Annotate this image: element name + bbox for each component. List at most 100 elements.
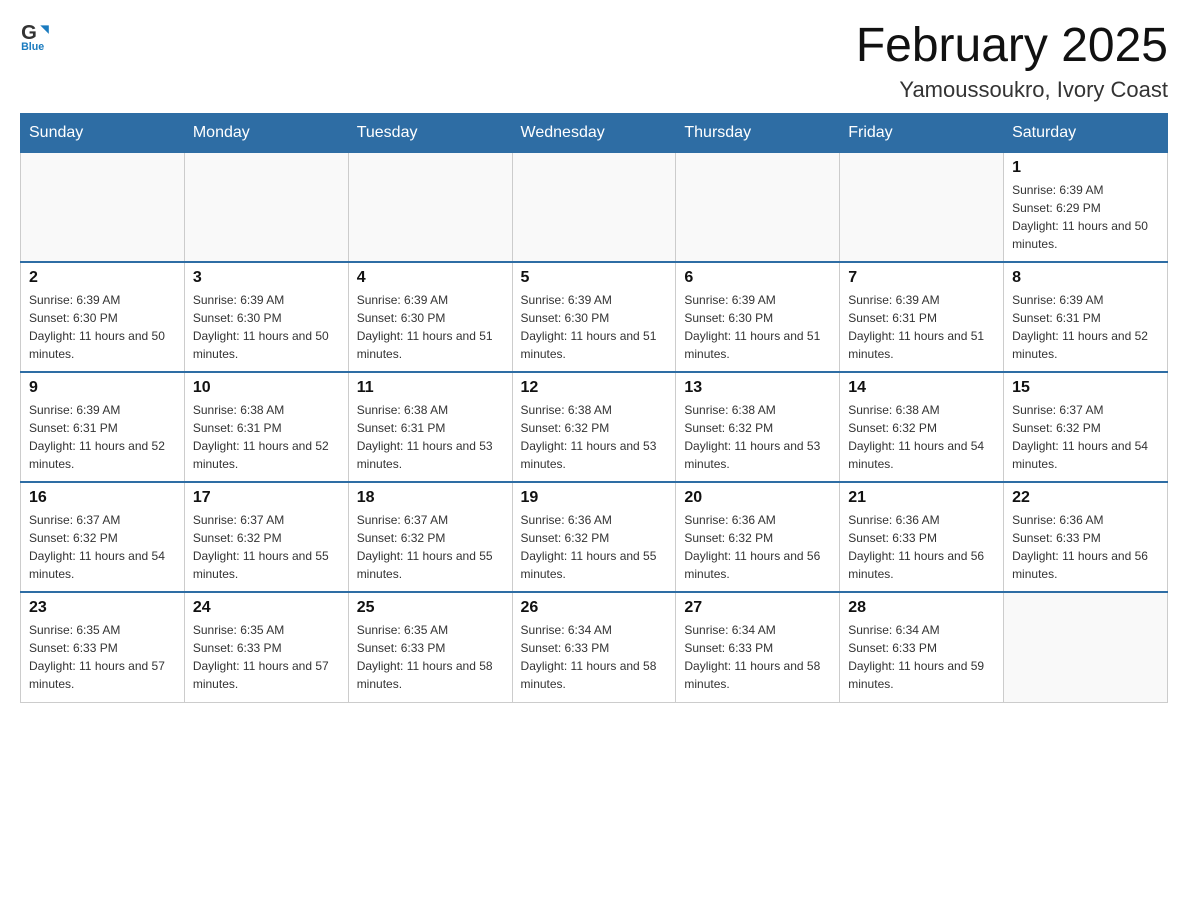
day-cell xyxy=(840,152,1004,262)
day-info: Sunrise: 6:38 AMSunset: 6:32 PMDaylight:… xyxy=(684,401,831,473)
day-number: 23 xyxy=(29,599,176,617)
day-number: 11 xyxy=(357,379,504,397)
day-info: Sunrise: 6:38 AMSunset: 6:31 PMDaylight:… xyxy=(193,401,340,473)
day-info: Sunrise: 6:35 AMSunset: 6:33 PMDaylight:… xyxy=(193,621,340,693)
day-info: Sunrise: 6:36 AMSunset: 6:32 PMDaylight:… xyxy=(521,511,668,583)
day-cell: 25Sunrise: 6:35 AMSunset: 6:33 PMDayligh… xyxy=(348,592,512,702)
day-info: Sunrise: 6:34 AMSunset: 6:33 PMDaylight:… xyxy=(521,621,668,693)
day-info: Sunrise: 6:37 AMSunset: 6:32 PMDaylight:… xyxy=(1012,401,1159,473)
day-cell: 13 Sunrise: 6:38 AMSunset: 6:32 PMDayligh… xyxy=(676,372,840,482)
day-number: 4 xyxy=(357,269,504,287)
month-title: February 2025 xyxy=(856,20,1168,73)
day-cell: 28Sunrise: 6:34 AMSunset: 6:33 PMDayligh… xyxy=(840,592,1004,702)
day-cell xyxy=(512,152,676,262)
weekday-header-wednesday: Wednesday xyxy=(512,113,676,152)
day-cell: 6 Sunrise: 6:39 AMSunset: 6:30 PMDaylight… xyxy=(676,262,840,372)
day-info: Sunrise: 6:39 AMSunset: 6:30 PMDaylight:… xyxy=(29,291,176,363)
day-info: Sunrise: 6:36 AMSunset: 6:33 PMDaylight:… xyxy=(848,511,995,583)
page-header: G Blue February 2025 Yamoussoukro, Ivory… xyxy=(20,20,1168,103)
day-number: 3 xyxy=(193,269,340,287)
day-number: 9 xyxy=(29,379,176,397)
day-number: 2 xyxy=(29,269,176,287)
day-cell: 21 Sunrise: 6:36 AMSunset: 6:33 PMDayligh… xyxy=(840,482,1004,592)
day-number: 14 xyxy=(848,379,995,397)
day-cell: 2 Sunrise: 6:39 AMSunset: 6:30 PMDaylight… xyxy=(21,262,185,372)
week-row-5: 23 Sunrise: 6:35 AMSunset: 6:33 PMDayligh… xyxy=(21,592,1168,702)
day-cell: 7 Sunrise: 6:39 AMSunset: 6:31 PMDaylight… xyxy=(840,262,1004,372)
day-number: 24 xyxy=(193,599,340,617)
day-number: 28 xyxy=(848,599,995,617)
day-cell: 14 Sunrise: 6:38 AMSunset: 6:32 PMDayligh… xyxy=(840,372,1004,482)
day-info: Sunrise: 6:39 AMSunset: 6:30 PMDaylight:… xyxy=(193,291,340,363)
day-number: 17 xyxy=(193,489,340,507)
day-cell: 18 Sunrise: 6:37 AMSunset: 6:32 PMDayligh… xyxy=(348,482,512,592)
weekday-header-friday: Friday xyxy=(840,113,1004,152)
weekday-header-monday: Monday xyxy=(184,113,348,152)
day-info: Sunrise: 6:39 AMSunset: 6:31 PMDaylight:… xyxy=(848,291,995,363)
day-cell: 20Sunrise: 6:36 AMSunset: 6:32 PMDayligh… xyxy=(676,482,840,592)
day-number: 16 xyxy=(29,489,176,507)
week-row-2: 2 Sunrise: 6:39 AMSunset: 6:30 PMDaylight… xyxy=(21,262,1168,372)
week-row-4: 16 Sunrise: 6:37 AMSunset: 6:32 PMDayligh… xyxy=(21,482,1168,592)
day-cell: 23Sunrise: 6:35 AMSunset: 6:33 PMDayligh… xyxy=(21,592,185,702)
day-number: 27 xyxy=(684,599,831,617)
day-number: 6 xyxy=(684,269,831,287)
day-number: 18 xyxy=(357,489,504,507)
day-number: 22 xyxy=(1012,489,1159,507)
day-info: Sunrise: 6:37 AMSunset: 6:32 PMDaylight:… xyxy=(357,511,504,583)
day-number: 26 xyxy=(521,599,668,617)
location: Yamoussoukro, Ivory Coast xyxy=(856,77,1168,103)
day-cell: 22 Sunrise: 6:36 AMSunset: 6:33 PMDayligh… xyxy=(1004,482,1168,592)
day-number: 21 xyxy=(848,489,995,507)
weekday-header-tuesday: Tuesday xyxy=(348,113,512,152)
day-number: 19 xyxy=(521,489,668,507)
day-info: Sunrise: 6:38 AMSunset: 6:32 PMDaylight:… xyxy=(521,401,668,473)
day-info: Sunrise: 6:36 AMSunset: 6:32 PMDaylight:… xyxy=(684,511,831,583)
day-info: Sunrise: 6:37 AMSunset: 6:32 PMDaylight:… xyxy=(193,511,340,583)
day-number: 8 xyxy=(1012,269,1159,287)
calendar-table: SundayMondayTuesdayWednesdayThursdayFrid… xyxy=(20,113,1168,703)
day-cell: 27 Sunrise: 6:34 AMSunset: 6:33 PMDayligh… xyxy=(676,592,840,702)
day-info: Sunrise: 6:39 AMSunset: 6:30 PMDaylight:… xyxy=(357,291,504,363)
day-number: 5 xyxy=(521,269,668,287)
day-cell: 4 Sunrise: 6:39 AMSunset: 6:30 PMDaylight… xyxy=(348,262,512,372)
day-info: Sunrise: 6:35 AMSunset: 6:33 PMDaylight:… xyxy=(357,621,504,693)
day-info: Sunrise: 6:39 AMSunset: 6:29 PMDaylight:… xyxy=(1012,181,1159,253)
day-info: Sunrise: 6:39 AMSunset: 6:30 PMDaylight:… xyxy=(684,291,831,363)
week-row-3: 9 Sunrise: 6:39 AMSunset: 6:31 PMDaylight… xyxy=(21,372,1168,482)
day-cell: 1Sunrise: 6:39 AMSunset: 6:29 PMDaylight… xyxy=(1004,152,1168,262)
day-info: Sunrise: 6:34 AMSunset: 6:33 PMDaylight:… xyxy=(684,621,831,693)
day-cell: 10 Sunrise: 6:38 AMSunset: 6:31 PMDayligh… xyxy=(184,372,348,482)
day-cell: 26 Sunrise: 6:34 AMSunset: 6:33 PMDayligh… xyxy=(512,592,676,702)
day-cell: 3 Sunrise: 6:39 AMSunset: 6:30 PMDaylight… xyxy=(184,262,348,372)
day-cell: 17 Sunrise: 6:37 AMSunset: 6:32 PMDayligh… xyxy=(184,482,348,592)
day-info: Sunrise: 6:39 AMSunset: 6:31 PMDaylight:… xyxy=(29,401,176,473)
svg-text:Blue: Blue xyxy=(21,41,44,52)
day-info: Sunrise: 6:39 AMSunset: 6:31 PMDaylight:… xyxy=(1012,291,1159,363)
day-info: Sunrise: 6:36 AMSunset: 6:33 PMDaylight:… xyxy=(1012,511,1159,583)
day-info: Sunrise: 6:38 AMSunset: 6:31 PMDaylight:… xyxy=(357,401,504,473)
day-cell: 8 Sunrise: 6:39 AMSunset: 6:31 PMDaylight… xyxy=(1004,262,1168,372)
day-number: 10 xyxy=(193,379,340,397)
day-cell: 16 Sunrise: 6:37 AMSunset: 6:32 PMDayligh… xyxy=(21,482,185,592)
day-cell xyxy=(676,152,840,262)
day-cell xyxy=(21,152,185,262)
day-cell: 11 Sunrise: 6:38 AMSunset: 6:31 PMDayligh… xyxy=(348,372,512,482)
weekday-header-sunday: Sunday xyxy=(21,113,185,152)
day-cell xyxy=(1004,592,1168,702)
day-info: Sunrise: 6:39 AMSunset: 6:30 PMDaylight:… xyxy=(521,291,668,363)
logo: G Blue xyxy=(20,20,54,52)
week-row-1: 1Sunrise: 6:39 AMSunset: 6:29 PMDaylight… xyxy=(21,152,1168,262)
weekday-header-row: SundayMondayTuesdayWednesdayThursdayFrid… xyxy=(21,113,1168,152)
day-number: 13 xyxy=(684,379,831,397)
day-number: 15 xyxy=(1012,379,1159,397)
weekday-header-thursday: Thursday xyxy=(676,113,840,152)
day-number: 7 xyxy=(848,269,995,287)
title-block: February 2025 Yamoussoukro, Ivory Coast xyxy=(856,20,1168,103)
day-cell: 24 Sunrise: 6:35 AMSunset: 6:33 PMDayligh… xyxy=(184,592,348,702)
day-cell: 5 Sunrise: 6:39 AMSunset: 6:30 PMDaylight… xyxy=(512,262,676,372)
day-number: 12 xyxy=(521,379,668,397)
day-cell: 19 Sunrise: 6:36 AMSunset: 6:32 PMDayligh… xyxy=(512,482,676,592)
day-info: Sunrise: 6:38 AMSunset: 6:32 PMDaylight:… xyxy=(848,401,995,473)
day-info: Sunrise: 6:37 AMSunset: 6:32 PMDaylight:… xyxy=(29,511,176,583)
